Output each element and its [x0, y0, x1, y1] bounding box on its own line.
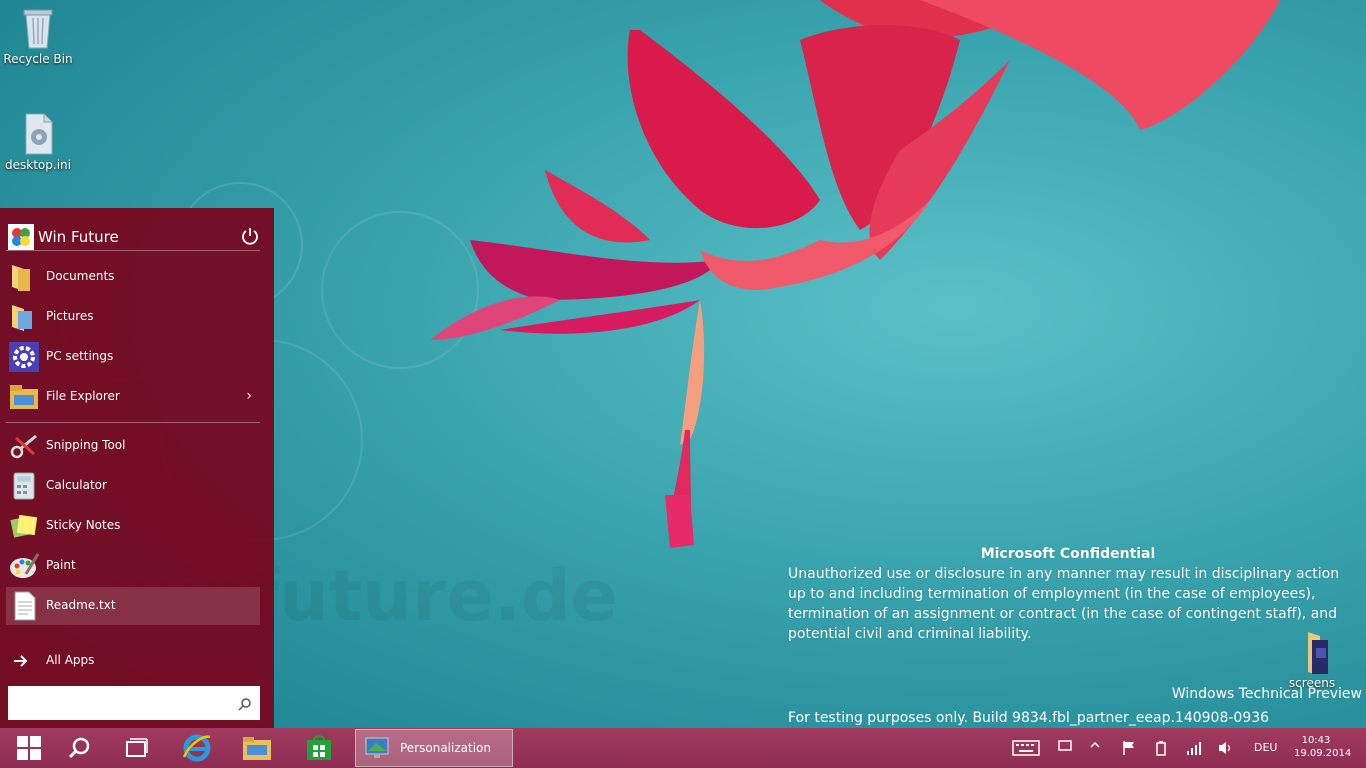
search-input[interactable]: [14, 690, 238, 716]
personalization-icon: [364, 735, 390, 761]
start-item-label: Readme.txt: [46, 598, 116, 612]
windows-logo-icon: [17, 736, 41, 760]
internet-explorer-button[interactable]: [168, 728, 226, 768]
start-item-file-explorer[interactable]: File Explorer ›: [6, 378, 260, 416]
all-apps-label: All Apps: [46, 653, 95, 667]
internet-explorer-icon: [182, 734, 211, 762]
start-item-readme[interactable]: Readme.txt: [6, 587, 260, 625]
recycle-bin-icon: [18, 6, 58, 50]
start-item-sticky-notes[interactable]: Sticky Notes: [6, 507, 260, 545]
desktop-icon-label: Recycle Bin: [3, 52, 73, 66]
start-item-label: File Explorer: [46, 389, 120, 403]
network-button[interactable]: [1186, 728, 1202, 768]
chevron-right-icon[interactable]: ›: [246, 388, 252, 404]
start-item-snipping-tool[interactable]: Snipping Tool: [6, 427, 260, 465]
power-button[interactable]: [240, 226, 260, 246]
file-explorer-icon: [8, 381, 40, 413]
divider: [6, 422, 260, 423]
start-item-pc-settings[interactable]: PC settings: [6, 338, 260, 376]
touch-keyboard-button[interactable]: [1012, 728, 1042, 768]
signal-icon: [1187, 742, 1201, 755]
start-item-label: Calculator: [46, 478, 107, 492]
settings-file-icon: [18, 112, 58, 156]
start-search-box[interactable]: [8, 686, 260, 720]
desktop-icon-desktop-ini[interactable]: desktop.ini: [0, 112, 76, 172]
task-view-icon: [126, 738, 148, 757]
gear-icon: [8, 341, 40, 373]
build-watermark: For testing purposes only. Build 9834.fb…: [788, 710, 1270, 726]
start-item-label: Pictures: [46, 309, 94, 323]
confidential-notice: Microsoft Confidential Unauthorized use …: [788, 544, 1348, 644]
taskbar-app-label: Personalization: [400, 741, 491, 755]
start-item-calculator[interactable]: Calculator: [6, 467, 260, 505]
clock-date: 19.09.2014: [1294, 748, 1352, 759]
message-icon: [1058, 740, 1072, 751]
volume-button[interactable]: [1218, 728, 1234, 768]
store-icon: [307, 735, 331, 760]
desktop-icon-label: desktop.ini: [5, 158, 71, 172]
power-icon: [242, 228, 258, 245]
folder-icon: [243, 737, 271, 760]
avatar[interactable]: [8, 224, 34, 250]
task-view-button[interactable]: [108, 728, 166, 768]
arrow-right-icon: [8, 645, 40, 677]
start-item-label: Sticky Notes: [46, 518, 121, 532]
start-item-label: Paint: [46, 558, 76, 572]
battery-icon: [1156, 741, 1166, 756]
start-item-pictures[interactable]: Pictures: [6, 298, 260, 336]
search-button[interactable]: [50, 728, 108, 768]
keyboard-icon: [1012, 740, 1040, 756]
text-file-icon: [8, 590, 40, 622]
calculator-icon: [8, 470, 40, 502]
user-name[interactable]: Win Future: [38, 228, 119, 246]
taskbar-app-personalization[interactable]: Personalization: [355, 729, 513, 767]
action-center-button[interactable]: [1058, 728, 1074, 768]
flag-icon: [1123, 741, 1134, 755]
search-icon: [68, 737, 90, 759]
pictures-folder-icon: [8, 301, 40, 333]
product-watermark: Windows Technical Preview: [1171, 686, 1362, 702]
show-hidden-icons-button[interactable]: [1090, 728, 1102, 768]
flag-button[interactable]: [1122, 728, 1138, 768]
start-item-label: PC settings: [46, 349, 114, 363]
clock-time: 10:43: [1301, 735, 1331, 746]
start-item-label: Documents: [46, 269, 115, 283]
documents-folder-icon: [8, 261, 40, 293]
desktop-icon-recycle-bin[interactable]: Recycle Bin: [0, 6, 76, 66]
divider: [6, 250, 260, 251]
all-apps-button[interactable]: All Apps: [6, 642, 260, 680]
scissors-icon: [8, 430, 40, 462]
confidential-body: Unauthorized use or disclosure in any ma…: [788, 566, 1340, 642]
search-icon[interactable]: [238, 696, 252, 711]
store-button[interactable]: [290, 728, 348, 768]
chevron-up-icon: [1090, 741, 1100, 748]
sticky-notes-icon: [8, 510, 40, 542]
confidential-title: Microsoft Confidential: [980, 546, 1156, 562]
start-item-documents[interactable]: Documents: [6, 258, 260, 296]
taskbar: Personalization DEU 10:43 19.09.2014: [0, 728, 1366, 768]
battery-button[interactable]: [1154, 728, 1170, 768]
clock[interactable]: 10:43 19.09.2014: [1294, 734, 1352, 760]
start-item-label: Snipping Tool: [46, 438, 126, 452]
start-menu: Win Future Documents Pictures PC setting…: [0, 208, 274, 728]
paint-palette-icon: [8, 550, 40, 582]
input-language[interactable]: DEU: [1254, 741, 1277, 754]
start-item-paint[interactable]: Paint: [6, 547, 260, 585]
speaker-icon: [1219, 742, 1231, 754]
file-explorer-button[interactable]: [228, 728, 286, 768]
